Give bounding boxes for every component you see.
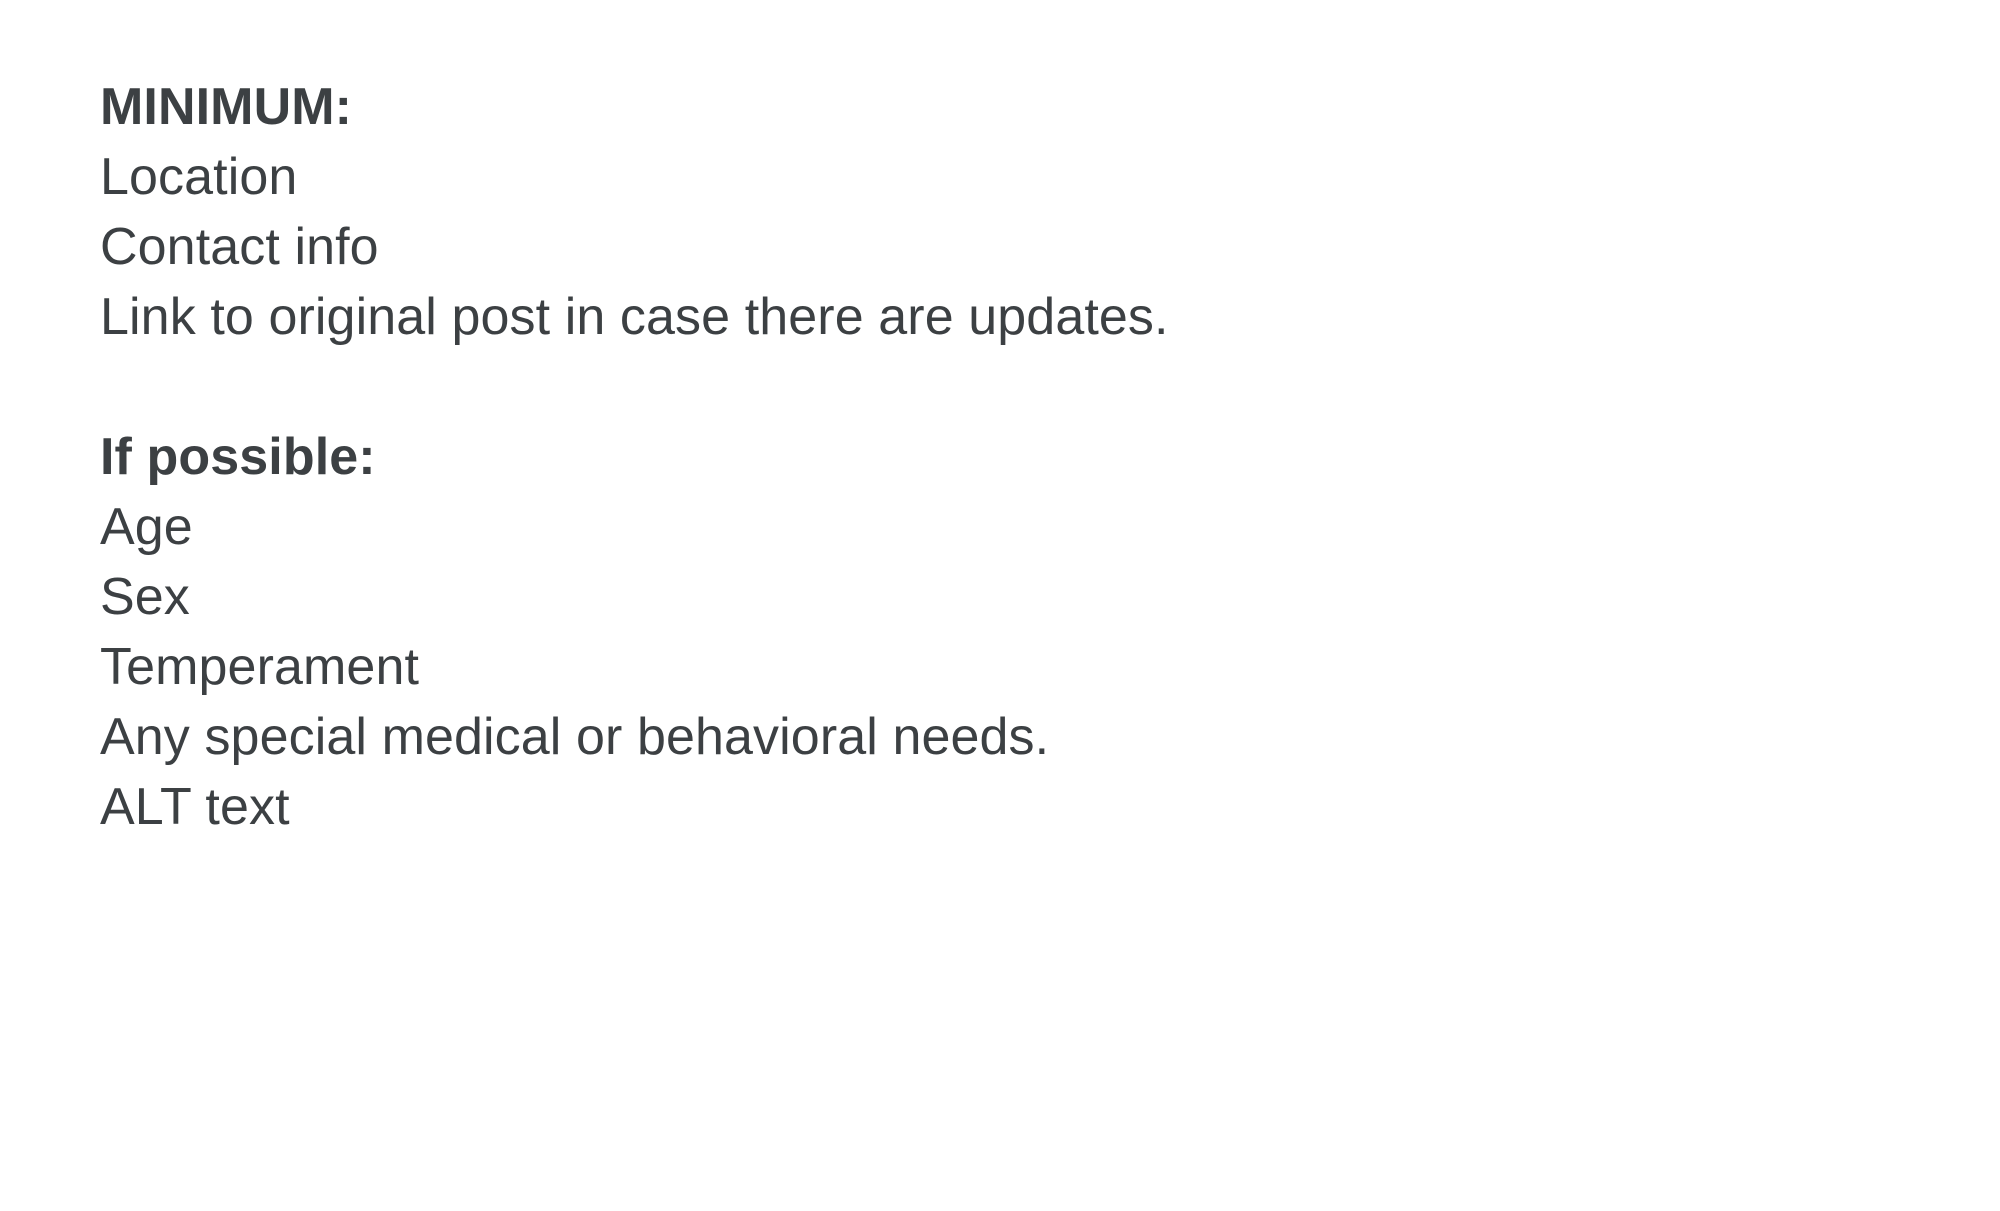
requirement-line-age: Age: [100, 498, 193, 556]
requirement-line-special-needs: Any special medical or behavioral needs.: [100, 708, 1050, 766]
section-heading-minimum: MINIMUM:: [100, 78, 353, 136]
note-text-body: MINIMUM: Location Contact info Link to o…: [100, 72, 1900, 842]
requirement-line-location: Location: [100, 148, 298, 206]
document-page: MINIMUM: Location Contact info Link to o…: [0, 0, 2000, 1211]
requirement-line-original-post-link: Link to original post in case there are …: [100, 288, 1169, 346]
requirement-line-contact-info: Contact info: [100, 218, 379, 276]
section-heading-if-possible: If possible:: [100, 428, 376, 486]
requirement-line-temperament: Temperament: [100, 638, 420, 696]
requirements-block-if-possible: If possible: Age Sex Temperament Any spe…: [100, 422, 1900, 842]
requirement-line-sex: Sex: [100, 568, 190, 626]
requirements-block-minimum: MINIMUM: Location Contact info Link to o…: [100, 72, 1900, 352]
requirement-line-alt-text: ALT text: [100, 778, 290, 836]
